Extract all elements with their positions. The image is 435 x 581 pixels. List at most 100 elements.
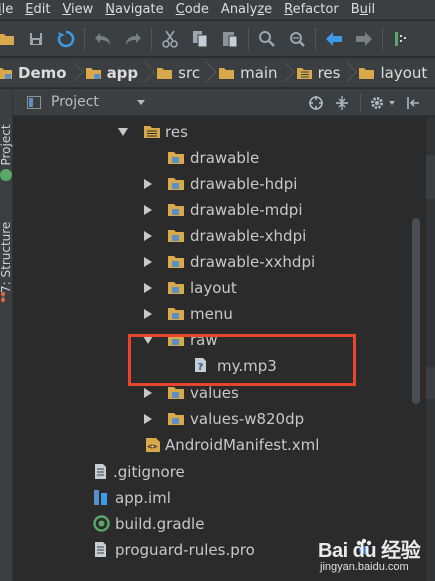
right-strip-tab[interactable] bbox=[426, 155, 435, 199]
tree-item-label: drawable-xxhdpi bbox=[190, 253, 316, 271]
hide-panel-icon[interactable] bbox=[405, 95, 421, 111]
toolbar-separator bbox=[84, 27, 85, 50]
gear-icon[interactable] bbox=[369, 95, 385, 111]
sync-icon[interactable] bbox=[54, 27, 78, 51]
breadcrumb-main[interactable]: main bbox=[218, 58, 281, 87]
build-icon[interactable] bbox=[389, 27, 413, 51]
tree-scrollbar-thumb[interactable] bbox=[412, 218, 420, 404]
paste-icon[interactable] bbox=[218, 27, 242, 51]
toolbar-separator bbox=[382, 27, 383, 50]
tree-item-app-iml[interactable]: app.iml bbox=[13, 485, 413, 511]
menu-mnemonic: z bbox=[257, 2, 265, 17]
text-file-icon bbox=[95, 542, 106, 557]
res-folder-icon bbox=[296, 67, 312, 79]
menu-code[interactable]: Code bbox=[170, 2, 215, 17]
find-icon[interactable] bbox=[255, 27, 279, 51]
menu-mnemonic: R bbox=[284, 2, 293, 17]
menu-mnemonic: N bbox=[105, 2, 116, 17]
folder-icon bbox=[168, 387, 184, 399]
folder-icon bbox=[168, 152, 184, 164]
android-icon bbox=[0, 169, 12, 181]
cut-icon[interactable] bbox=[158, 27, 182, 51]
tree-item-values-w820dp[interactable]: values-w820dp bbox=[13, 406, 413, 432]
folder-icon bbox=[168, 308, 184, 320]
tree-item-drawable-mdpi[interactable]: drawable-mdpi bbox=[13, 197, 413, 223]
tab-structure[interactable]: 7: Structure bbox=[0, 201, 13, 293]
open-folder-icon[interactable] bbox=[0, 27, 18, 51]
tree-item-layout[interactable]: layout bbox=[13, 275, 413, 301]
breadcrumb-app[interactable]: app bbox=[85, 58, 143, 87]
tree-item-label: values bbox=[190, 384, 239, 402]
dropdown-arrow-icon[interactable] bbox=[137, 100, 145, 105]
expand-arrow-icon[interactable] bbox=[144, 205, 152, 215]
expand-arrow-icon[interactable] bbox=[144, 388, 152, 398]
breadcrumb-label: main bbox=[240, 63, 278, 82]
breadcrumb-layout[interactable]: layout bbox=[358, 58, 431, 87]
tree-item-label: drawable-mdpi bbox=[190, 201, 303, 219]
tree-item-label: build.gradle bbox=[115, 515, 205, 533]
gear-dropdown-arrow-icon[interactable] bbox=[389, 100, 395, 105]
expand-arrow-icon[interactable] bbox=[144, 309, 152, 319]
replace-icon[interactable] bbox=[285, 27, 309, 51]
expand-arrow-icon[interactable] bbox=[144, 179, 152, 189]
tree-item-androidmanifest[interactable]: <> AndroidManifest.xml bbox=[13, 432, 413, 458]
menu-mnemonic: i bbox=[0, 2, 2, 17]
tree-item-label: AndroidManifest.xml bbox=[165, 436, 320, 454]
tree-item-label: values-w820dp bbox=[190, 410, 305, 428]
right-tool-strip bbox=[426, 117, 435, 581]
expand-arrow-icon[interactable] bbox=[144, 257, 152, 267]
folder-icon bbox=[359, 67, 375, 79]
tree-item-label: drawable-hdpi bbox=[190, 175, 298, 193]
folder-icon bbox=[168, 413, 184, 425]
menu-navigate[interactable]: Navigate bbox=[99, 2, 169, 17]
tree-item-label: .gitignore bbox=[113, 463, 185, 481]
project-view-label[interactable]: Project bbox=[51, 94, 99, 110]
expand-arrow-icon[interactable] bbox=[144, 414, 152, 424]
save-all-icon[interactable] bbox=[24, 27, 48, 51]
main-toolbar bbox=[0, 21, 435, 57]
tree-item-drawable-xxhdpi[interactable]: drawable-xxhdpi bbox=[13, 249, 413, 275]
menu-view[interactable]: View bbox=[56, 2, 99, 17]
menu-build[interactable]: Buil bbox=[345, 2, 381, 17]
breadcrumb-label: layout bbox=[380, 63, 428, 82]
menu-mnemonic: u bbox=[359, 2, 368, 17]
back-icon[interactable] bbox=[322, 27, 346, 51]
right-strip-tab[interactable] bbox=[426, 367, 435, 399]
copy-icon[interactable] bbox=[188, 27, 212, 51]
left-tool-strip: 1: Project 7: Structure bbox=[0, 89, 13, 581]
redo-icon[interactable] bbox=[121, 27, 145, 51]
breadcrumb-separator bbox=[71, 58, 81, 87]
folder-icon bbox=[168, 178, 184, 190]
toolbar-separator bbox=[151, 27, 152, 50]
tree-item-drawable[interactable]: drawable bbox=[13, 145, 413, 171]
menu-file[interactable]: ile bbox=[0, 2, 19, 17]
menu-analyze[interactable]: Analyze bbox=[215, 2, 278, 17]
tree-item-label: drawable bbox=[190, 149, 260, 167]
expand-arrow-icon[interactable] bbox=[144, 231, 152, 241]
collapse-all-icon[interactable] bbox=[334, 95, 350, 111]
breadcrumb-separator bbox=[142, 58, 152, 87]
folder-icon bbox=[168, 282, 184, 294]
tree-item-gitignore[interactable]: .gitignore bbox=[13, 459, 413, 485]
svg-text:<>: <> bbox=[148, 442, 158, 451]
breadcrumb-label: app bbox=[106, 63, 139, 82]
undo-icon[interactable] bbox=[91, 27, 115, 51]
breadcrumb-separator bbox=[204, 58, 214, 87]
tree-item-drawable-hdpi[interactable]: drawable-hdpi bbox=[13, 171, 413, 197]
menu-refactor[interactable]: Refactor bbox=[278, 2, 345, 17]
module-folder-icon bbox=[85, 67, 101, 79]
breadcrumb: Demo app src main res layout bbox=[0, 58, 435, 88]
expand-arrow-icon[interactable] bbox=[144, 283, 152, 293]
tree-item-label: proguard-rules.pro bbox=[115, 541, 255, 559]
expand-arrow-icon[interactable] bbox=[118, 128, 128, 136]
tree-item-res[interactable]: res bbox=[13, 119, 413, 145]
gradle-file-icon bbox=[93, 515, 110, 532]
tree-item-menu[interactable]: menu bbox=[13, 301, 413, 327]
menu-mnemonic: C bbox=[175, 2, 185, 17]
locate-icon[interactable] bbox=[308, 95, 324, 111]
tree-item-drawable-xhdpi[interactable]: drawable-xhdpi bbox=[13, 223, 413, 249]
forward-icon[interactable] bbox=[352, 27, 376, 51]
breadcrumb-demo[interactable]: Demo bbox=[0, 58, 71, 87]
menu-edit[interactable]: Edit bbox=[19, 2, 56, 17]
toolbar-separator bbox=[315, 27, 316, 50]
